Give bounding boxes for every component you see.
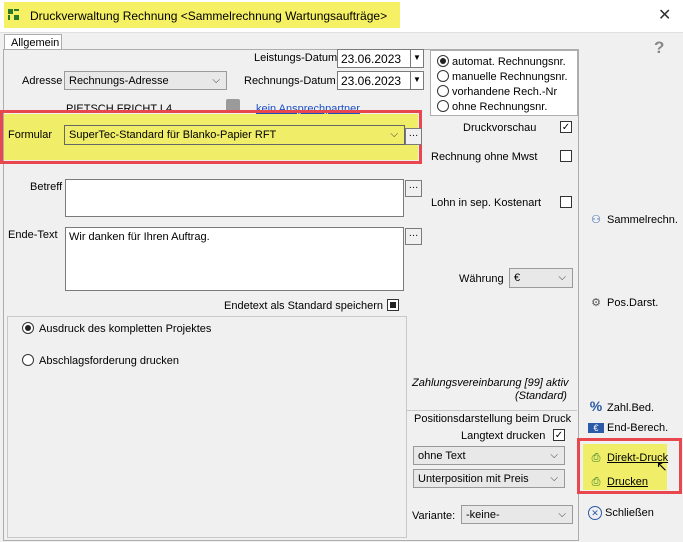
chevron-down-icon: ⌵ (212, 75, 220, 86)
posdarst-select-2-value: Unterposition mit Preis (418, 473, 529, 485)
posdarst-select-2[interactable]: Unterposition mit Preis ⌵ (413, 469, 565, 488)
sammelrechn-label: Sammelrechn. (607, 214, 678, 226)
endtext-browse-button[interactable]: … (405, 228, 422, 245)
zahlung-line2: (Standard) (515, 390, 567, 402)
radio-ohne-label: ohne Rechnungsnr. (452, 101, 548, 113)
formular-value: SuperTec-Standard für Blanko-Papier RFT (69, 129, 277, 141)
waehrung-label: Währung (459, 273, 504, 285)
leistungs-datum-dropdown[interactable]: ▼ (410, 49, 424, 68)
radio-vorhandene-label: vorhandene Rech.-Nr (452, 86, 558, 98)
adresse-value: Rechnungs-Adresse (69, 75, 169, 87)
tab-label: Allgemein (11, 37, 60, 49)
radio-ohne[interactable] (437, 100, 449, 112)
zahlbed-label: Zahl.Bed. (607, 402, 655, 414)
leistungs-datum-field[interactable]: 23.06.2023 (337, 49, 411, 68)
druckvorschau-checkbox[interactable]: ✓ (560, 121, 572, 133)
sammelrechn-button[interactable]: ⚇ Sammelrechn. (588, 213, 678, 226)
waehrung-select[interactable]: € ⌵ (509, 268, 573, 288)
ohne-mwst-checkbox[interactable] (560, 150, 572, 162)
radio-abschlag[interactable] (22, 354, 34, 366)
formular-select[interactable]: SuperTec-Standard für Blanko-Papier RFT ⌵ (64, 125, 405, 145)
percent-icon: % (589, 398, 603, 414)
zahlbed-button[interactable]: % Zahl.Bed. (588, 398, 654, 414)
help-icon[interactable]: ? (654, 38, 664, 58)
schliessen-label: Schließen (605, 507, 654, 519)
ohne-mwst-label: Rechnung ohne Mwst (431, 151, 538, 163)
posdarst-label: Positionsdarstellung beim Druck (414, 413, 572, 425)
adresse-label: Adresse (22, 75, 63, 87)
euro-icon: € (588, 423, 604, 433)
app-icon (8, 9, 19, 20)
variante-select[interactable]: -keine- ⌵ (461, 505, 573, 524)
radio-ausdruck-label: Ausdruck des kompletten Projektes (39, 323, 212, 335)
printer-icon: ⎙ (591, 476, 601, 488)
chevron-down-icon: ⌵ (550, 473, 558, 484)
radio-manuelle-label: manuelle Rechnungsnr. (452, 71, 568, 83)
endberech-button[interactable]: € End-Berech. (588, 422, 668, 434)
betreff-label: Betreff (30, 181, 63, 193)
chevron-down-icon: ⌵ (558, 509, 566, 520)
lohn-checkbox[interactable] (560, 196, 572, 208)
drucken-button[interactable]: ⎙ Drucken (588, 476, 648, 489)
radio-manuelle[interactable] (437, 70, 449, 82)
endtext-field[interactable]: Wir danken für Ihren Auftrag. (65, 227, 404, 291)
druck-mode-group (7, 316, 407, 538)
close-circle-icon: ✕ (588, 506, 602, 520)
rechnungs-datum-label: Rechnungs-Datum (244, 75, 336, 87)
posdarst-select-1[interactable]: ohne Text ⌵ (413, 446, 565, 465)
drucken-label: Drucken (607, 476, 648, 488)
betreff-field[interactable] (65, 179, 404, 217)
posdarst-select-1-value: ohne Text (418, 450, 466, 462)
printer-icon: ⎙ (591, 452, 601, 464)
chevron-down-icon: ⌵ (550, 450, 558, 461)
close-icon[interactable]: ✕ (658, 5, 671, 25)
radio-automat[interactable] (437, 55, 449, 67)
cursor-icon: ↖ (656, 458, 668, 474)
radio-automat-label: automat. Rechnungsnr. (452, 56, 566, 68)
endtext-save-label: Endetext als Standard speichern (224, 300, 383, 312)
zahlung-line1: Zahlungsvereinbarung [99] aktiv (412, 377, 569, 389)
rechnungs-datum-dropdown[interactable]: ▼ (410, 71, 424, 90)
posdarst-button-label: Pos.Darst. (607, 297, 659, 309)
endtext-label: Ende-Text (8, 229, 58, 241)
radio-vorhandene[interactable] (437, 85, 449, 97)
endberech-label: End-Berech. (607, 422, 669, 434)
variante-value: -keine- (466, 509, 500, 521)
radio-ausdruck[interactable] (22, 322, 34, 334)
schliessen-button[interactable]: ✕ Schließen (588, 506, 654, 520)
betreff-browse-button[interactable]: … (405, 180, 422, 197)
gear-icon: ⚙ (591, 297, 601, 309)
rechnungs-datum-field[interactable]: 23.06.2023 (337, 71, 411, 90)
lohn-label: Lohn in sep. Kostenart (431, 197, 542, 209)
chevron-down-icon: ⌵ (558, 272, 566, 283)
endtext-save-checkbox[interactable] (387, 299, 399, 311)
radio-abschlag-label: Abschlagsforderung drucken (39, 355, 180, 367)
formular-label: Formular (8, 129, 53, 141)
window-title: Druckverwaltung Rechnung <Sammelrechnung… (30, 9, 388, 23)
waehrung-value: € (514, 272, 521, 284)
variante-label: Variante: (412, 510, 456, 522)
formular-browse-button[interactable]: … (405, 128, 422, 145)
adresse-select[interactable]: Rechnungs-Adresse ⌵ (64, 71, 227, 90)
druckvorschau-label: Druckvorschau (463, 122, 537, 134)
chevron-down-icon: ⌵ (390, 129, 398, 140)
leistungs-datum-label: Leistungs-Datum (254, 52, 338, 64)
people-icon: ⚇ (591, 214, 601, 226)
langtext-checkbox[interactable]: ✓ (553, 429, 565, 441)
langtext-label: Langtext drucken (461, 430, 546, 442)
posdarst-button[interactable]: ⚙ Pos.Darst. (588, 296, 658, 309)
